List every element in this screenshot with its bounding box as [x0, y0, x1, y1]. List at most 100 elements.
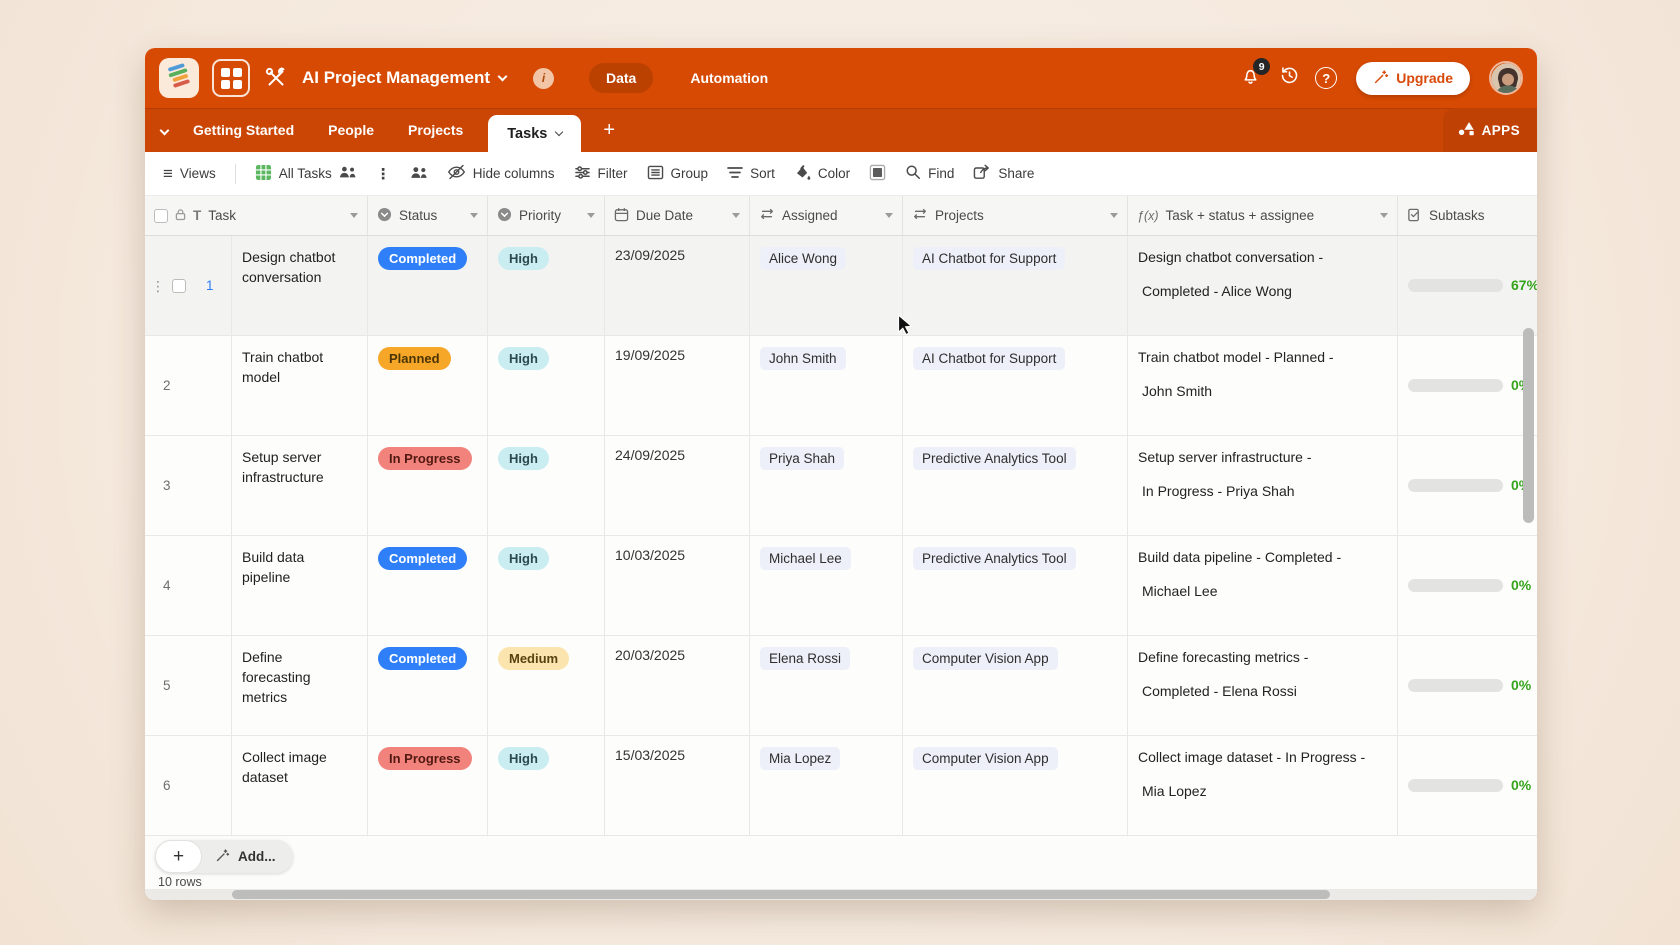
column-header-task[interactable]: T Task [145, 196, 368, 235]
column-menu-chevron[interactable] [470, 213, 478, 218]
base-title[interactable]: AI Project Management [302, 68, 506, 88]
cell-priority[interactable]: High [488, 436, 605, 535]
column-menu-chevron[interactable] [350, 213, 358, 218]
info-icon[interactable]: i [533, 68, 554, 89]
column-menu-chevron[interactable] [885, 213, 893, 218]
collapse-chevron-icon[interactable] [160, 125, 170, 135]
tab-getting-started[interactable]: Getting Started [193, 122, 294, 138]
cell-subtasks[interactable]: 0% [1398, 736, 1537, 835]
column-header-due-date[interactable]: Due Date [605, 196, 750, 235]
add-row-button[interactable]: + [155, 840, 202, 873]
cell-subtasks[interactable]: 0% [1398, 336, 1537, 435]
cell-assigned[interactable]: Priya Shah [750, 436, 903, 535]
cell-priority[interactable]: High [488, 736, 605, 835]
cell-status[interactable]: Completed [368, 536, 488, 635]
table-row[interactable]: 4 Build data pipeline Completed High 10/… [145, 536, 1537, 636]
cell-task[interactable]: Setup server infrastructure [232, 436, 368, 535]
add-row-bar[interactable]: + Add... [155, 840, 293, 873]
cell-priority[interactable]: High [488, 536, 605, 635]
avatar[interactable] [1489, 61, 1523, 95]
nav-data-tab[interactable]: Data [589, 63, 653, 93]
column-header-priority[interactable]: Priority [488, 196, 605, 235]
cell-task[interactable]: Define forecasting metrics [232, 636, 368, 735]
row-checkbox[interactable] [172, 279, 186, 293]
cell-status[interactable]: Completed [368, 236, 488, 335]
cell-task[interactable]: Collect image dataset [232, 736, 368, 835]
sort-button[interactable]: Sort [727, 166, 775, 182]
table-row[interactable]: ⋮ 1 Design chatbot conversation Complete… [145, 236, 1537, 336]
group-button[interactable]: Group [647, 165, 709, 183]
cell-formula[interactable]: Setup server infrastructure -In Progress… [1128, 436, 1398, 535]
cell-subtasks[interactable]: 0% [1398, 436, 1537, 535]
cell-assigned[interactable]: Elena Rossi [750, 636, 903, 735]
cell-project[interactable]: AI Chatbot for Support [903, 236, 1128, 335]
column-header-formula[interactable]: ƒ(x) Task + status + assignee [1128, 196, 1398, 235]
tab-tasks-active[interactable]: Tasks [488, 115, 581, 152]
tab-people[interactable]: People [328, 122, 374, 138]
cell-formula[interactable]: Define forecasting metrics -Completed - … [1128, 636, 1398, 735]
help-button[interactable]: ? [1315, 67, 1337, 89]
app-logo[interactable] [159, 58, 199, 98]
views-button[interactable]: ≡ Views [163, 165, 216, 182]
horizontal-scrollbar-thumb[interactable] [232, 890, 1330, 899]
column-menu-chevron[interactable] [1380, 213, 1388, 218]
cell-formula[interactable]: Train chatbot model - Planned -John Smit… [1128, 336, 1398, 435]
filter-button[interactable]: Filter [574, 165, 628, 183]
cell-due-date[interactable]: 19/09/2025 [605, 336, 750, 435]
find-button[interactable]: Find [905, 164, 954, 183]
cell-due-date[interactable]: 20/03/2025 [605, 636, 750, 735]
cell-subtasks[interactable]: 67% [1398, 236, 1537, 335]
cell-formula[interactable]: Collect image dataset - In Progress -Mia… [1128, 736, 1398, 835]
color-button[interactable]: Color [794, 164, 850, 183]
cell-assigned[interactable]: John Smith [750, 336, 903, 435]
cell-due-date[interactable]: 15/03/2025 [605, 736, 750, 835]
cell-priority[interactable]: High [488, 236, 605, 335]
nav-automation-tab[interactable]: Automation [690, 70, 768, 86]
row-height-button[interactable] [869, 164, 886, 184]
workspace-grid-button[interactable] [212, 59, 250, 97]
cell-project[interactable]: Predictive Analytics Tool [903, 536, 1128, 635]
column-menu-chevron[interactable] [732, 213, 740, 218]
horizontal-scrollbar-track[interactable] [145, 889, 1537, 900]
add-row-menu[interactable]: Add... [202, 848, 276, 866]
add-table-button[interactable]: + [603, 119, 615, 142]
cell-project[interactable]: Computer Vision App [903, 736, 1128, 835]
cell-subtasks[interactable]: 0% [1398, 536, 1537, 635]
cell-assigned[interactable]: Michael Lee [750, 536, 903, 635]
cell-due-date[interactable]: 10/03/2025 [605, 536, 750, 635]
drag-handle-icon[interactable]: ⋮ [151, 279, 165, 293]
upgrade-button[interactable]: Upgrade [1356, 62, 1470, 95]
cell-project[interactable]: AI Chatbot for Support [903, 336, 1128, 435]
notifications-button[interactable]: 9 [1237, 65, 1263, 91]
cell-project[interactable]: Computer Vision App [903, 636, 1128, 735]
cell-status[interactable]: In Progress [368, 736, 488, 835]
table-row[interactable]: 3 Setup server infrastructure In Progres… [145, 436, 1537, 536]
cell-status[interactable]: Completed [368, 636, 488, 735]
cell-task[interactable]: Design chatbot conversation [232, 236, 368, 335]
cell-subtasks[interactable]: 0% [1398, 636, 1537, 735]
column-menu-chevron[interactable] [587, 213, 595, 218]
history-button[interactable] [1276, 65, 1302, 91]
vertical-scrollbar-thumb[interactable] [1523, 328, 1534, 523]
cell-assigned[interactable]: Mia Lopez [750, 736, 903, 835]
cell-formula[interactable]: Design chatbot conversation -Completed -… [1128, 236, 1398, 335]
cell-status[interactable]: In Progress [368, 436, 488, 535]
share-button[interactable]: Share [973, 164, 1034, 183]
column-header-assigned[interactable]: Assigned [750, 196, 903, 235]
tab-projects[interactable]: Projects [408, 122, 463, 138]
table-row[interactable]: 6 Collect image dataset In Progress High… [145, 736, 1537, 836]
cell-project[interactable]: Predictive Analytics Tool [903, 436, 1128, 535]
column-header-subtasks[interactable]: Subtasks [1398, 196, 1537, 235]
table-row[interactable]: 5 Define forecasting metrics Completed M… [145, 636, 1537, 736]
column-header-status[interactable]: Status [368, 196, 488, 235]
view-more-menu[interactable]: ⋮ [376, 165, 391, 183]
current-view-button[interactable]: All Tasks [255, 164, 357, 184]
cell-due-date[interactable]: 23/09/2025 [605, 236, 750, 335]
cell-priority[interactable]: High [488, 336, 605, 435]
column-header-projects[interactable]: Projects [903, 196, 1128, 235]
column-menu-chevron[interactable] [1110, 213, 1118, 218]
view-share-users-button[interactable] [410, 166, 428, 182]
hide-columns-button[interactable]: Hide columns [447, 164, 555, 183]
table-row[interactable]: 2 Train chatbot model Planned High 19/09… [145, 336, 1537, 436]
cell-due-date[interactable]: 24/09/2025 [605, 436, 750, 535]
